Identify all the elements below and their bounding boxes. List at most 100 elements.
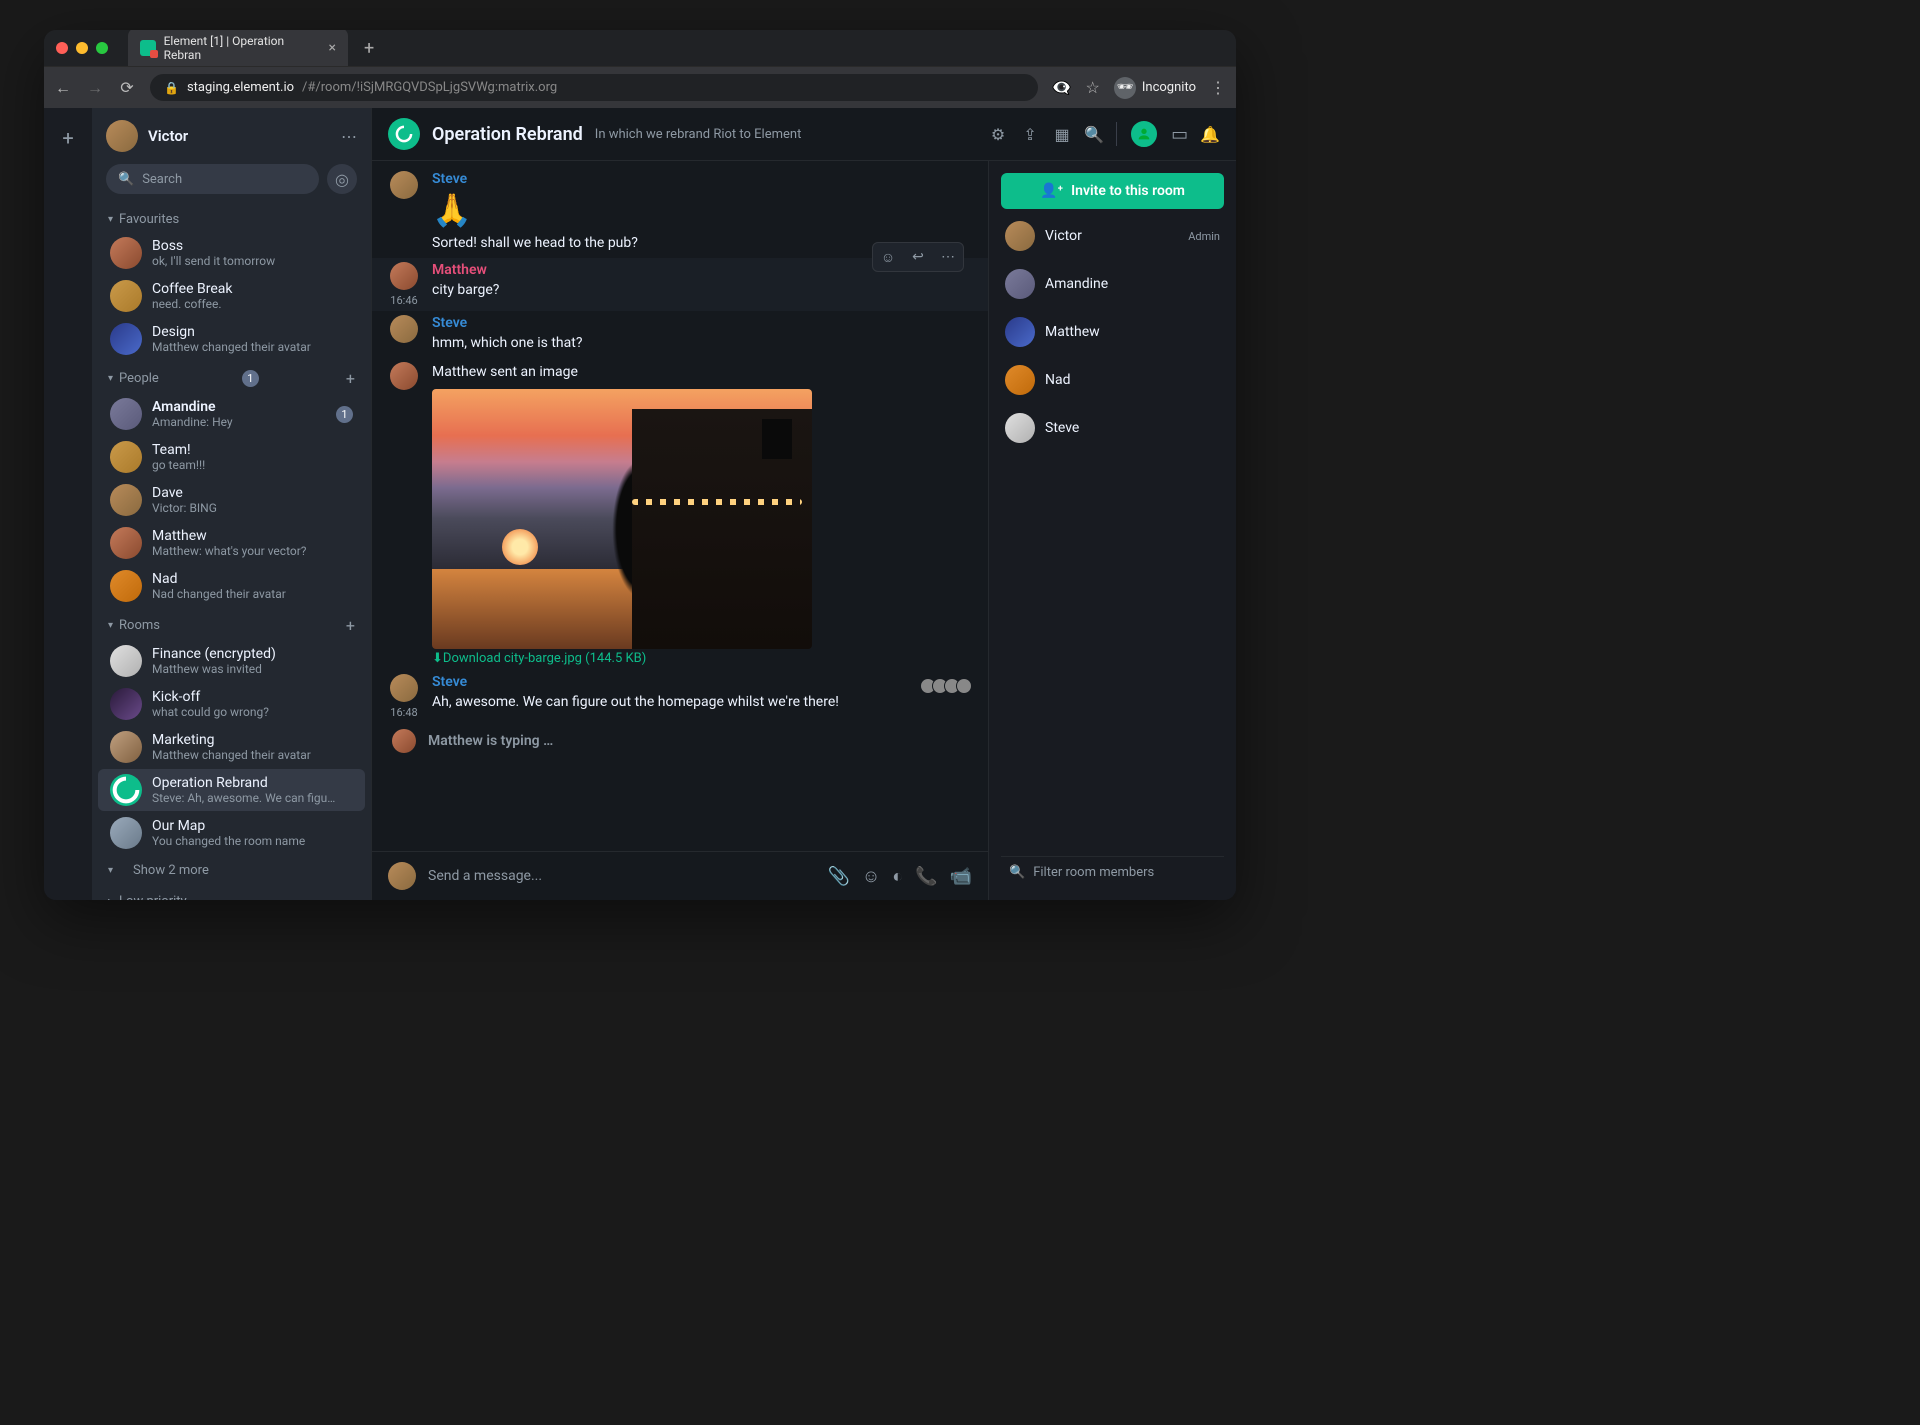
show-more-button[interactable]: ▾Show 2 more [92, 855, 371, 886]
room-name: Matthew [152, 528, 353, 544]
react-button[interactable]: ☺ [873, 243, 903, 271]
avatar [110, 398, 142, 430]
user-menu-button[interactable]: ⋯ [341, 127, 357, 146]
image-caption: Matthew sent an image [432, 362, 972, 383]
room-list-scroll[interactable]: ▾ Favourites Bossok, I'll send it tomorr… [92, 204, 371, 900]
room-name: Finance (encrypted) [152, 646, 353, 662]
explore-button[interactable]: ◎ [327, 164, 357, 194]
reload-button[interactable]: ⟳ [118, 78, 136, 97]
room-list-sidebar: Victor ⋯ 🔍 Search ◎ ▾ Favourites Bossok,… [92, 108, 372, 900]
emoji-icon[interactable]: ☺ [862, 866, 880, 887]
kebab-menu-icon[interactable]: ⋮ [1210, 78, 1226, 97]
room-item-boss[interactable]: Bossok, I'll send it tomorrow [98, 232, 365, 274]
typing-avatar [392, 729, 416, 753]
room-item-our-map[interactable]: Our MapYou changed the room name [98, 812, 365, 854]
room-item-dave[interactable]: DaveVictor: BING [98, 479, 365, 521]
add-room-button[interactable]: + [346, 616, 355, 635]
more-button[interactable]: ⋯ [933, 243, 963, 271]
maximize-window-button[interactable] [96, 42, 108, 54]
tab-favicon [140, 40, 156, 56]
self-avatar[interactable] [106, 120, 138, 152]
message-list[interactable]: Steve 🙏 Sorted! shall we head to the pub… [372, 161, 988, 851]
room-avatar[interactable] [388, 118, 420, 150]
self-username[interactable]: Victor [148, 127, 331, 145]
room-item-team[interactable]: Team!go team!!! [98, 436, 365, 478]
settings-icon[interactable]: ⚙ [988, 124, 1008, 144]
member-amandine[interactable]: Amandine [1001, 263, 1224, 305]
room-item-marketing[interactable]: MarketingMatthew changed their avatar [98, 726, 365, 768]
app-body: + Victor ⋯ 🔍 Search ◎ ▾ Favourites [44, 108, 1236, 900]
close-window-button[interactable] [56, 42, 68, 54]
voice-call-icon[interactable]: 📞 [915, 866, 937, 887]
section-people[interactable]: ▾ People 1 + [92, 361, 371, 392]
sender-avatar[interactable] [390, 262, 418, 290]
room-item-operation-rebrand[interactable]: Operation RebrandSteve: Ah, awesome. We … [98, 769, 365, 811]
composer-input[interactable]: Send a message... [428, 868, 815, 884]
sender-name[interactable]: Steve [432, 171, 972, 187]
info-icon[interactable]: ▭ [1171, 124, 1188, 145]
eye-off-icon[interactable]: 👁‍🗨 [1052, 78, 1072, 97]
add-space-button[interactable]: + [52, 122, 84, 154]
minimize-window-button[interactable] [76, 42, 88, 54]
sender-avatar[interactable] [390, 171, 418, 199]
spaces-bar: + [44, 108, 92, 900]
room-item-design[interactable]: DesignMatthew changed their avatar [98, 318, 365, 360]
room-name: Coffee Break [152, 281, 353, 297]
search-icon[interactable]: 🔍 [1084, 124, 1104, 144]
room-item-nad[interactable]: NadNad changed their avatar [98, 565, 365, 607]
attach-icon[interactable]: 📎 [827, 866, 849, 887]
invite-label: Invite to this room [1071, 183, 1185, 199]
member-avatar [1005, 365, 1035, 395]
sender-avatar[interactable] [390, 315, 418, 343]
sidebar-header: Victor ⋯ [92, 108, 371, 164]
browser-window: Element [1] | Operation Rebran × + ← → ⟳… [44, 30, 1236, 900]
close-tab-button[interactable]: × [329, 40, 336, 56]
room-item-finance[interactable]: Finance (encrypted)Matthew was invited [98, 640, 365, 682]
sender-name[interactable]: Steve [432, 315, 972, 331]
forward-button[interactable]: → [86, 78, 104, 98]
read-receipts[interactable] [924, 678, 972, 694]
room-item-matthew[interactable]: MatthewMatthew: what's your vector? [98, 522, 365, 564]
back-button[interactable]: ← [54, 78, 72, 98]
reply-button[interactable]: ↩ [903, 243, 933, 271]
section-rooms[interactable]: ▾ Rooms + [92, 608, 371, 639]
sender-avatar[interactable] [390, 674, 418, 702]
member-victor[interactable]: VictorAdmin [1001, 215, 1224, 257]
add-person-button[interactable]: + [346, 369, 355, 388]
invite-button[interactable]: 👤⁺ Invite to this room [1001, 173, 1224, 209]
member-name: Matthew [1045, 324, 1220, 340]
video-call-icon[interactable]: 📹 [950, 866, 972, 887]
upload-icon[interactable]: ⇪ [1020, 124, 1040, 144]
sticker-icon[interactable]: ◐ [892, 866, 903, 887]
message-image[interactable] [432, 389, 812, 649]
member-nad[interactable]: Nad [1001, 359, 1224, 401]
search-icon: 🔍 [118, 172, 134, 187]
members-icon[interactable] [1129, 119, 1159, 149]
member-name: Amandine [1045, 276, 1220, 292]
download-link[interactable]: ⬇Download city-barge.jpg (144.5 KB) [432, 651, 972, 666]
new-tab-button[interactable]: + [356, 34, 382, 63]
star-icon[interactable]: ☆ [1086, 78, 1100, 97]
sender-avatar[interactable] [390, 362, 418, 390]
filter-members-input[interactable]: 🔍 Filter room members [1001, 856, 1224, 888]
sender-name[interactable]: Steve [432, 674, 972, 690]
room-preview: ok, I'll send it tomorrow [152, 254, 353, 268]
room-item-kickoff[interactable]: Kick-offwhat could go wrong? [98, 683, 365, 725]
member-matthew[interactable]: Matthew [1001, 311, 1224, 353]
section-low-priority[interactable]: ▸ Low priority [92, 886, 371, 900]
room-item-amandine[interactable]: AmandineAmandine: Hey1 [98, 393, 365, 435]
room-name: Our Map [152, 818, 353, 834]
room-topic: In which we rebrand Riot to Element [595, 127, 802, 142]
show-more-label: Show 2 more [133, 863, 209, 878]
room-preview: go team!!! [152, 458, 353, 472]
room-preview: what could go wrong? [152, 705, 353, 719]
chevron-down-icon: ▾ [108, 214, 113, 225]
address-field[interactable]: 🔒 staging.element.io/#/room/!iSjMRGQVDSp… [150, 74, 1038, 101]
room-item-coffee-break[interactable]: Coffee Breakneed. coffee. [98, 275, 365, 317]
browser-tab[interactable]: Element [1] | Operation Rebran × [128, 30, 348, 68]
apps-icon[interactable]: ▦ [1052, 124, 1072, 144]
member-steve[interactable]: Steve [1001, 407, 1224, 449]
search-input[interactable]: 🔍 Search [106, 164, 319, 194]
section-favourites[interactable]: ▾ Favourites [92, 204, 371, 231]
bell-icon[interactable]: 🔔 [1200, 125, 1220, 144]
